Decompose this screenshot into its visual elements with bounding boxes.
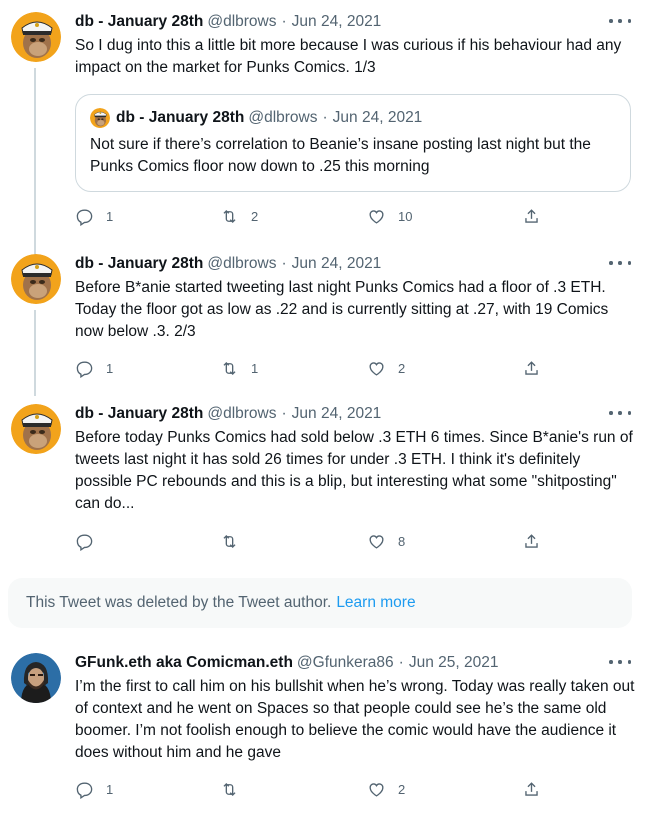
heart-icon: [369, 782, 384, 797]
quoted-author-name: db - January 28th: [116, 109, 245, 126]
share-button[interactable]: [522, 779, 541, 799]
reply-icon: [76, 533, 93, 551]
like-count: 2: [398, 781, 406, 797]
reply-icon: [76, 360, 93, 378]
quoted-tweet-text: Not sure if there’s correlation to Beani…: [90, 136, 591, 175]
tweet-header: db - January 28th @dlbrows · Jun 24, 202…: [75, 254, 381, 274]
tweet-date[interactable]: Jun 25, 2021: [409, 654, 499, 672]
avatar[interactable]: [11, 12, 61, 62]
avatar[interactable]: [11, 254, 61, 304]
more-options-icon[interactable]: [609, 256, 631, 270]
heart-icon: [369, 361, 384, 376]
reply-icon: [76, 781, 93, 799]
deleted-tweet-text: This Tweet was deleted by the Tweet auth…: [26, 594, 332, 611]
avatar[interactable]: [11, 404, 61, 454]
like-button[interactable]: 2: [367, 358, 405, 378]
tweet-header: GFunk.eth aka Comicman.eth @Gfunkera86 ·…: [75, 653, 498, 673]
separator: ·: [398, 654, 404, 671]
like-count: 8: [398, 533, 406, 549]
separator: ·: [322, 109, 328, 126]
reply-button[interactable]: [75, 531, 106, 551]
share-icon: [525, 208, 538, 223]
author-handle[interactable]: @dlbrows: [207, 405, 276, 423]
like-button[interactable]: 2: [367, 779, 405, 799]
retweet-button[interactable]: 2: [220, 206, 258, 226]
like-button[interactable]: 8: [367, 531, 405, 551]
thread-line: [34, 310, 36, 396]
quoted-tweet-date: Jun 24, 2021: [332, 109, 423, 126]
tweet-actions: 1 2: [75, 779, 555, 799]
quoted-avatar: [90, 108, 110, 128]
tweet-text: So I dug into this a little bit more bec…: [75, 37, 622, 76]
more-options-icon[interactable]: [609, 655, 631, 669]
share-icon: [525, 781, 538, 796]
retweet-button[interactable]: [220, 531, 251, 551]
tweet-text: Before today Punks Comics had sold below…: [75, 429, 633, 512]
deleted-tweet-notice: This Tweet was deleted by the Tweet auth…: [8, 578, 632, 628]
author-handle[interactable]: @Gfunkera86: [297, 654, 394, 672]
quoted-tweet-header: db - January 28th @dlbrows · Jun 24, 202…: [90, 108, 422, 128]
share-button[interactable]: [522, 358, 541, 378]
tweet-header: db - January 28th @dlbrows · Jun 24, 202…: [75, 12, 381, 32]
reply-count: 1: [106, 208, 114, 224]
tweet-actions: 1 1 2: [75, 358, 555, 378]
tweet-text: I’m the first to call him on his bullshi…: [75, 678, 635, 761]
retweet-icon: [223, 782, 236, 796]
quoted-tweet[interactable]: db - January 28th @dlbrows · Jun 24, 202…: [75, 94, 631, 192]
like-count: 2: [398, 360, 406, 376]
author-name[interactable]: db - January 28th: [75, 255, 203, 273]
quoted-author-handle: @dlbrows: [248, 109, 318, 126]
reply-count: 1: [106, 781, 114, 797]
like-button[interactable]: 10: [367, 206, 412, 226]
like-count: 10: [398, 208, 413, 224]
tweet-date[interactable]: Jun 24, 2021: [292, 13, 382, 31]
tweet-actions: 1 2 10: [75, 206, 555, 226]
separator: ·: [281, 405, 287, 422]
separator: ·: [281, 13, 287, 30]
share-button[interactable]: [522, 206, 541, 226]
tweet-header: db - January 28th @dlbrows · Jun 24, 202…: [75, 404, 381, 424]
avatar[interactable]: [11, 653, 61, 703]
heart-icon: [369, 534, 384, 549]
reply-button[interactable]: 1: [75, 206, 113, 226]
heart-icon: [369, 209, 384, 224]
author-name[interactable]: db - January 28th: [75, 405, 203, 423]
reply-button[interactable]: 1: [75, 358, 113, 378]
share-icon: [525, 360, 538, 375]
author-name[interactable]: db - January 28th: [75, 13, 203, 31]
tweet-date[interactable]: Jun 24, 2021: [292, 405, 382, 423]
tweet-text: Before B*anie started tweeting last nigh…: [75, 279, 609, 340]
reply-count: 1: [106, 360, 114, 376]
retweet-count: 1: [251, 360, 259, 376]
more-options-icon[interactable]: [609, 14, 631, 28]
reply-button[interactable]: 1: [75, 779, 113, 799]
retweet-button[interactable]: [220, 779, 251, 799]
author-handle[interactable]: @dlbrows: [207, 13, 276, 31]
thread-line: [34, 68, 36, 258]
learn-more-link[interactable]: Learn more: [336, 594, 415, 612]
retweet-icon: [223, 209, 236, 223]
retweet-count: 2: [251, 208, 259, 224]
more-options-icon[interactable]: [609, 406, 631, 420]
share-button[interactable]: [522, 531, 541, 551]
retweet-icon: [223, 361, 236, 375]
separator: ·: [281, 255, 287, 272]
tweet-actions: 8: [75, 531, 555, 551]
retweet-icon: [223, 534, 236, 548]
author-handle[interactable]: @dlbrows: [207, 255, 276, 273]
reply-icon: [76, 208, 93, 226]
author-name[interactable]: GFunk.eth aka Comicman.eth: [75, 654, 293, 672]
share-icon: [525, 533, 538, 548]
retweet-button[interactable]: 1: [220, 358, 258, 378]
tweet-date[interactable]: Jun 24, 2021: [292, 255, 382, 273]
